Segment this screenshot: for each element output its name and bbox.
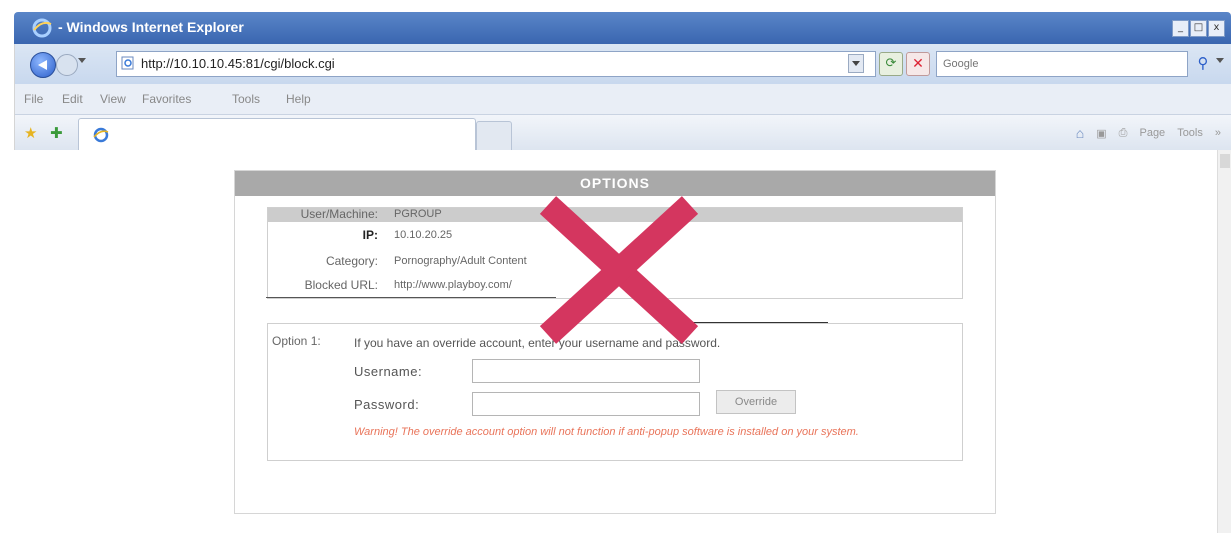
back-button[interactable] xyxy=(30,52,56,78)
tab-ie-icon xyxy=(93,127,109,143)
category-value: Pornography/Adult Content xyxy=(394,255,527,267)
command-toolbar: ⌂ ▣ ⎙ Page Tools » xyxy=(1076,125,1221,141)
password-field[interactable] xyxy=(472,392,700,416)
url-field[interactable]: http://10.10.10.45:81/cgi/block.cgi xyxy=(116,51,876,77)
window-controls: _ □ x xyxy=(1172,20,1225,37)
username-label: Username: xyxy=(354,364,423,379)
minimize-button[interactable]: _ xyxy=(1172,20,1189,37)
ip-label: IP: xyxy=(362,228,378,242)
print-icon[interactable]: ⎙ xyxy=(1119,127,1128,140)
username-input[interactable] xyxy=(473,360,699,382)
search-dropdown-icon[interactable] xyxy=(1216,58,1224,63)
window-left-border xyxy=(0,44,15,533)
user-machine-label: User/Machine: xyxy=(300,207,378,221)
browser-window: - Windows Internet Explorer _ □ x http:/… xyxy=(0,0,1231,533)
password-input[interactable] xyxy=(473,393,699,415)
stop-icon[interactable]: ✕ xyxy=(906,52,930,76)
more-icon[interactable]: » xyxy=(1215,127,1221,139)
add-favorites-icon[interactable]: ✚ xyxy=(50,124,63,142)
history-dropdown-icon[interactable] xyxy=(78,58,86,63)
menu-favorites[interactable]: Favorites xyxy=(142,92,191,106)
option1-title: Option 1: xyxy=(272,334,321,348)
page-menu[interactable]: Page xyxy=(1139,127,1165,139)
tab-current[interactable] xyxy=(78,118,476,150)
home-icon[interactable]: ⌂ xyxy=(1076,125,1084,141)
ip-value: 10.10.20.25 xyxy=(394,229,453,241)
blocked-url-value: http://www.playboy.com/ xyxy=(394,279,512,291)
menu-bar: File Edit View Favorites Tools Help xyxy=(14,84,1231,115)
blocked-url-label: Blocked URL: xyxy=(304,278,378,292)
popup-warning: Warning! The override account option wil… xyxy=(354,426,859,438)
override-button[interactable]: Override xyxy=(716,390,796,414)
close-button[interactable]: x xyxy=(1208,20,1225,37)
options-header: OPTIONS xyxy=(235,171,995,196)
search-field[interactable] xyxy=(936,51,1189,77)
url-dropdown-icon[interactable] xyxy=(848,54,864,73)
menu-view[interactable]: View xyxy=(100,92,126,106)
command-bar: ★ ✚ ⌂ ▣ ⎙ Page Tools » xyxy=(14,115,1231,151)
title-bar: - Windows Internet Explorer _ □ x xyxy=(14,12,1231,44)
option1-box: Option 1: If you have an override accoun… xyxy=(267,323,963,461)
password-label: Password: xyxy=(354,397,420,412)
username-field[interactable] xyxy=(472,359,700,383)
ie-logo-icon xyxy=(32,18,52,38)
feeds-icon[interactable]: ▣ xyxy=(1096,127,1106,140)
category-label: Category: xyxy=(325,254,378,268)
page-icon xyxy=(121,56,134,70)
refresh-icon[interactable]: ⟳ xyxy=(879,52,903,76)
menu-help[interactable]: Help xyxy=(286,92,311,106)
url-text: http://10.10.10.45:81/cgi/block.cgi xyxy=(141,56,335,71)
forward-button[interactable] xyxy=(56,54,78,76)
new-tab-button[interactable] xyxy=(476,121,512,151)
menu-tools[interactable]: Tools xyxy=(232,92,260,106)
scroll-up-button[interactable] xyxy=(1220,154,1230,168)
divider-line-2 xyxy=(690,322,828,323)
option1-description: If you have an override account, enter y… xyxy=(354,336,721,350)
divider-line xyxy=(266,297,556,298)
window-title: - Windows Internet Explorer xyxy=(58,19,244,35)
vertical-scrollbar[interactable] xyxy=(1217,150,1231,533)
options-panel: OPTIONS User/Machine: PGROUP IP: 10.10.2… xyxy=(234,170,996,514)
options-title: OPTIONS xyxy=(579,175,650,191)
tools-menu[interactable]: Tools xyxy=(1177,127,1203,139)
maximize-button[interactable]: □ xyxy=(1190,20,1207,37)
user-machine-value: PGROUP xyxy=(394,208,442,220)
search-input[interactable] xyxy=(937,53,1189,75)
search-icon[interactable]: ⚲ xyxy=(1192,52,1214,74)
favorites-star-icon[interactable]: ★ xyxy=(24,124,37,142)
menu-edit[interactable]: Edit xyxy=(62,92,83,106)
block-info-box: User/Machine: PGROUP IP: 10.10.20.25 Cat… xyxy=(267,207,963,299)
menu-file[interactable]: File xyxy=(24,92,43,106)
address-bar: http://10.10.10.45:81/cgi/block.cgi ⟳ ✕ … xyxy=(14,44,1231,84)
